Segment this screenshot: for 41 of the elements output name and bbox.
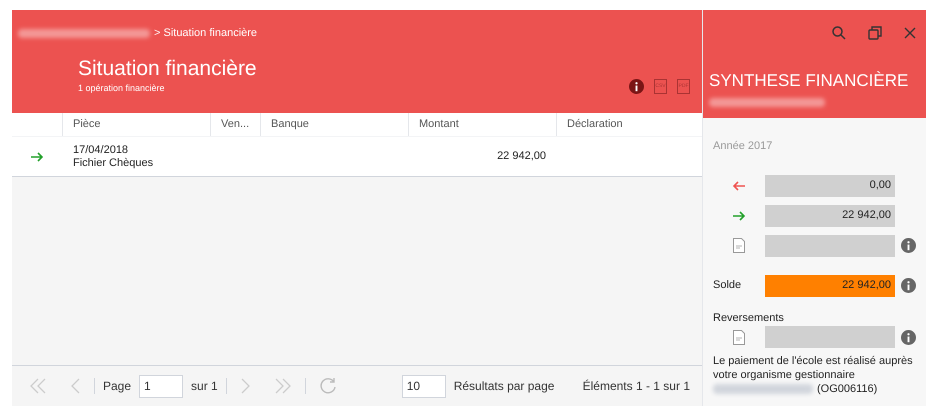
year-label: Année 2017 <box>713 139 774 154</box>
left-arrow-icon <box>732 180 746 190</box>
column-header[interactable]: Déclaration <box>567 116 623 133</box>
organization-code: (OG006116) <box>817 382 878 396</box>
document-icon <box>733 238 745 253</box>
column-header[interactable]: Ven... <box>221 116 250 133</box>
double-chevron-left-icon <box>28 376 48 396</box>
balance-label: Solde <box>713 278 742 294</box>
refresh-icon <box>318 376 338 396</box>
right-arrow-icon <box>732 210 746 220</box>
summary-title: SYNTHESE FINANCIÈRE <box>709 71 910 91</box>
results-summary: Éléments 1 - 1 sur 1 <box>582 378 690 395</box>
table-cell-text: 17/04/2018 <box>73 144 130 156</box>
table-cell-text: Fichier Chèques <box>73 156 154 170</box>
page-input[interactable]: 1 <box>139 374 184 398</box>
payment-note: Le paiement de l'école est réalisé auprès votre organisme gestionnaire <box>713 354 914 382</box>
page-title: Situation financière <box>78 56 257 82</box>
document-icon <box>733 330 745 344</box>
info-icon[interactable] <box>901 330 916 344</box>
page-count: sur 1 <box>191 378 218 395</box>
page-size-input[interactable]: 10 <box>402 374 446 398</box>
close-button[interactable] <box>904 26 916 40</box>
balance-field: 22 942,00 <box>765 274 895 296</box>
transfers-label: Reversements <box>713 310 785 326</box>
info-icon[interactable] <box>901 278 916 293</box>
info-icon[interactable] <box>629 78 644 94</box>
amount-field: 0,00 <box>765 174 895 196</box>
info-icon[interactable] <box>901 238 916 253</box>
double-chevron-right-icon <box>272 376 293 396</box>
search-button[interactable] <box>832 26 846 40</box>
page-size-label: Résultats par page <box>454 378 554 395</box>
breadcrumb[interactable]: > Situation financière <box>154 24 258 42</box>
amount-field: 22 942,00 <box>765 204 895 226</box>
page-label: Page <box>103 378 132 395</box>
column-header[interactable]: Banque <box>271 116 309 133</box>
column-header[interactable]: Montant <box>419 116 459 133</box>
page-subtitle: 1 opération financière <box>78 82 166 95</box>
table-cell-text: 22 942,00 <box>497 149 546 164</box>
column-header[interactable]: Pièce <box>73 116 101 133</box>
restore-window-button[interactable] <box>868 26 882 40</box>
right-arrow-icon <box>30 152 44 162</box>
